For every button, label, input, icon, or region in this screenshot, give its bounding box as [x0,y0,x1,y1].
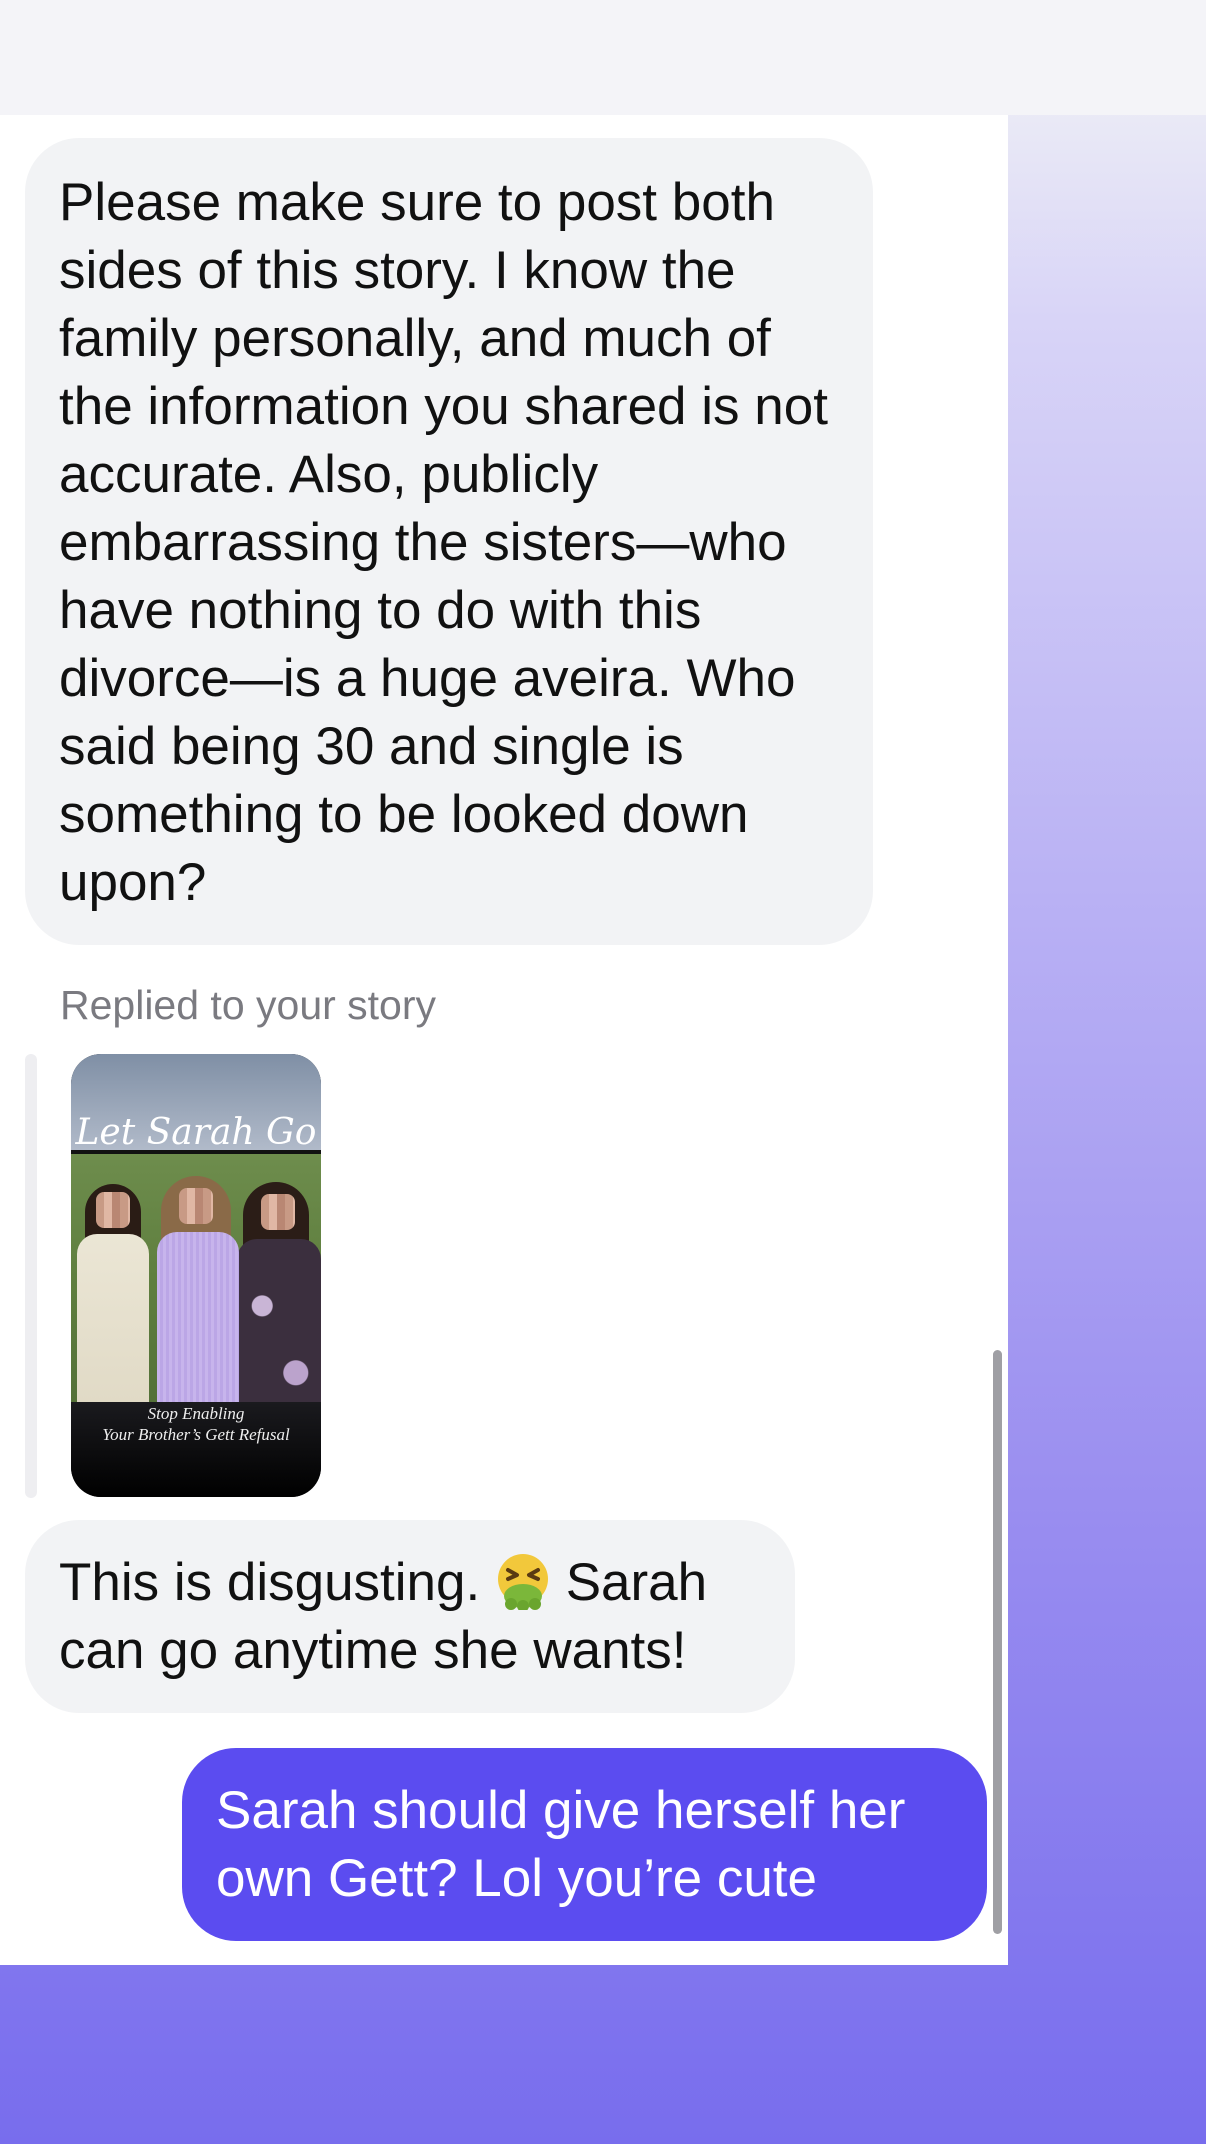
story-caption: Stop Enabling Your Brother’s Gett Refusa… [71,1403,321,1445]
story-title: Let Sarah Go [75,1112,317,1153]
nauseated-face-emoji-icon [495,1552,551,1612]
story-caption-line-1: Stop Enabling [147,1404,245,1423]
story-thumbnail[interactable]: Let Sarah Go Stop Enabling Your Brother’… [71,1054,321,1497]
incoming-message-bubble[interactable]: This is disgusting. Sarah can go anytime… [25,1520,795,1713]
top-bar [0,0,1206,115]
message-text-part: This is disgusting. [59,1553,495,1612]
story-caption-line-2: Your Brother’s Gett Refusal [102,1425,290,1444]
outgoing-message-bubble[interactable]: Sarah should give herself her own Gett? … [182,1748,987,1941]
message-text: This is disgusting. Sarah can go anytime… [59,1549,761,1685]
incoming-message-bubble[interactable]: Please make sure to post both sides of t… [25,138,873,945]
reply-quote-bar [25,1054,37,1498]
message-text: Sarah should give herself her own Gett? … [216,1781,921,1908]
scrollbar-thumb[interactable] [993,1350,1002,1934]
replied-to-story-label: Replied to your story [60,982,437,1028]
message-text: Please make sure to post both sides of t… [59,173,843,912]
